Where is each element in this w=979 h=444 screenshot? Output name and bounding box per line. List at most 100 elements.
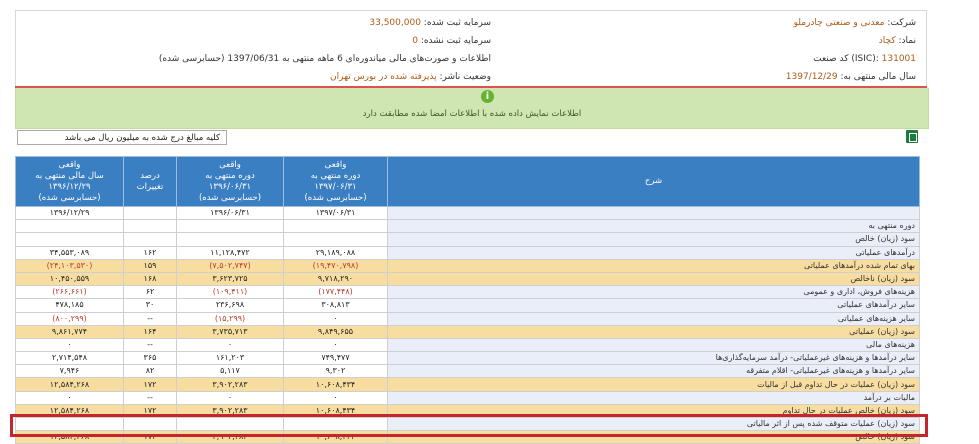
row-cell-c2: (۱۵,۲۹۹) <box>176 311 284 326</box>
row-cell-c3: -- <box>123 311 177 326</box>
registered-capital-row: سرمایه ثبت شده: 33,500,000 <box>369 14 491 32</box>
table-row: ۱۳۹۷/۰۶/۳۱ ۱۳۹۶/۰۶/۳۱ ۱۳۹۶/۱۲/۲۹ <box>15 205 920 221</box>
row-cell-c3: ۸۲ <box>123 364 177 379</box>
row-cell-c2: ۱۳۹۶/۰۶/۳۱ <box>176 205 284 221</box>
row-cell-c1: (۱۷۷,۴۴۸) <box>283 285 388 300</box>
row-cell-c3: ۱۶۲ <box>123 245 177 260</box>
row-cell-c4: ۱۲,۵۸۴,۲۶۸ <box>15 377 124 392</box>
row-cell-c3: ۳۰ <box>123 298 177 313</box>
row-cell-c1: ۰ <box>283 311 388 326</box>
row-cell-c4: ۹,۸۶۱,۷۷۴ <box>15 324 124 339</box>
table-row: سود (زیان) خالص <box>15 232 920 247</box>
info-icon: i <box>481 90 494 103</box>
row-description: سایر درآمدها و هزینه‌های غیرعملیاتی- درآ… <box>387 351 920 366</box>
row-cell-c2: (۷,۵۰۲,۷۴۷) <box>176 258 284 273</box>
row-cell-c3 <box>123 219 177 234</box>
row-cell-c1 <box>283 219 388 234</box>
isic-row: کد صنعت (ISIC): 131001 <box>813 50 916 68</box>
publisher-status-row: وضعیت ناشر: پذیرفته شده در بورس تهران <box>330 68 491 86</box>
report-info-text: اطلاعات و صورت‌های مالی میاندوره‌ای 6 ما… <box>158 54 491 64</box>
row-cell-c4: ۱۰,۴۵۰,۵۵۹ <box>15 271 124 287</box>
isic-value: 131001 <box>881 54 916 64</box>
registered-capital-label: سرمایه ثبت شده: <box>423 18 491 28</box>
table-row: بهای تمام شده درآمدهای عملیاتی (۱۹,۴۷۰,۷۹… <box>15 258 920 273</box>
table-row: سود (زیان) عملیاتی ۹,۸۴۹,۶۵۵ ۳,۷۳۵,۷۱۳ ۱۶۴ ۹… <box>15 324 920 339</box>
row-description: مالیات بر درآمد <box>387 390 920 405</box>
row-cell-c2: ۱۱,۱۲۸,۴۷۲ <box>176 245 284 260</box>
row-cell-c1: ۷۴۹,۴۷۷ <box>283 351 388 366</box>
row-cell-c4: ۷,۹۴۶ <box>15 364 124 379</box>
row-cell-c1: ۹,۷۱۸,۲۹۰ <box>283 271 388 287</box>
symbol-label: نماد: <box>898 36 917 46</box>
row-cell-c2 <box>176 232 284 247</box>
row-cell-c2: ۳,۷۳۵,۷۱۳ <box>176 324 284 339</box>
row-cell-c1: ۹,۳۰۲ <box>283 364 388 379</box>
row-cell-c1: ۱۰,۶۰۸,۴۳۴ <box>283 377 388 392</box>
table-row: سایر هزینه‌های عملیاتی ۰ (۱۵,۲۹۹) -- (۸۰۰,۲۹… <box>15 311 920 326</box>
row-cell-c4 <box>15 219 124 234</box>
unit-note: کلیه مبالغ درج شده به میلیون ریال می باش… <box>17 130 227 145</box>
company-info-panel: شرکت: معدنی و صنعتی چادرملو نماد: کچاد ک… <box>15 10 927 90</box>
row-cell-c3: -- <box>123 390 177 405</box>
row-cell-c2: (۱۰۹,۴۱۱) <box>176 285 284 300</box>
annotation-highlight-box <box>10 414 928 437</box>
row-cell-c2: ۰ <box>176 337 284 353</box>
row-cell-c1 <box>283 232 388 247</box>
table-row: هزینه‌های مالی ۰ ۰ -- ۰ <box>15 337 920 353</box>
row-cell-c4: (۲۶۶,۶۶۱) <box>15 285 124 300</box>
row-cell-c4: ۲,۷۱۴,۵۴۸ <box>15 351 124 366</box>
row-description <box>387 205 920 221</box>
row-cell-c4: ۰ <box>15 390 124 405</box>
row-cell-c4: (۲۴,۱۰۳,۵۳۰) <box>15 258 124 273</box>
signature-notice: i اطلاعات نمایش داده شده با اطلاعات امضا… <box>15 88 929 129</box>
row-cell-c1: ۱۳۹۷/۰۶/۳۱ <box>283 205 388 221</box>
publisher-status-label: وضعیت ناشر: <box>439 72 491 82</box>
fiscal-year-row: سال مالی منتهی به: 1397/12/29 <box>786 68 916 86</box>
row-cell-c3: ۱۶۸ <box>123 271 177 287</box>
fiscal-year-label: سال مالی منتهی به: <box>840 72 916 82</box>
publisher-status-value: پذیرفته شده در بورس تهران <box>330 72 437 82</box>
row-description: بهای تمام شده درآمدهای عملیاتی <box>387 258 920 273</box>
symbol-value[interactable]: کچاد <box>879 36 896 46</box>
table-row: هزینه‌های فروش، اداری و عمومی (۱۷۷,۴۴۸) (۱… <box>15 285 920 300</box>
row-description: هزینه‌های مالی <box>387 337 920 353</box>
header-change-percent: درصد تغییرات <box>123 156 177 207</box>
row-cell-c1: ۲۹,۱۸۹,۰۸۸ <box>283 245 388 260</box>
row-cell-c1: ۰ <box>283 390 388 405</box>
table-row: مالیات بر درآمد ۰ ۰ -- ۰ <box>15 390 920 405</box>
registered-capital-value: 33,500,000 <box>369 18 421 28</box>
report-info-row: اطلاعات و صورت‌های مالی میاندوره‌ای 6 ما… <box>159 50 491 68</box>
company-value[interactable]: معدنی و صنعتی چادرملو <box>794 18 885 28</box>
unregistered-capital-label: سرمایه ثبت نشده: <box>420 36 491 46</box>
row-cell-c3 <box>123 232 177 247</box>
row-cell-c3: ۱۵۹ <box>123 258 177 273</box>
row-cell-c3 <box>123 205 177 221</box>
row-description: سود (زیان) عملیات در حال تداوم قبل از ما… <box>387 377 920 392</box>
row-cell-c1: ۳۰۸,۸۱۳ <box>283 298 388 313</box>
isic-label: کد صنعت (ISIC): <box>813 54 879 64</box>
row-cell-c2: ۰ <box>176 390 284 405</box>
row-cell-c3: ۱۷۲ <box>123 377 177 392</box>
row-cell-c2: ۵,۱۱۷ <box>176 364 284 379</box>
row-cell-c3: ۱۶۴ <box>123 324 177 339</box>
fiscal-year-value: 1397/12/29 <box>785 72 838 82</box>
row-description: سود (زیان) ناخالص <box>387 271 920 287</box>
row-cell-c2 <box>176 219 284 234</box>
row-cell-c4: ۰ <box>15 337 124 353</box>
company-row: شرکت: معدنی و صنعتی چادرملو <box>794 14 916 32</box>
row-cell-c4: ۴۷۸,۱۸۵ <box>15 298 124 313</box>
company-label: شرکت: <box>887 18 916 28</box>
row-cell-c4: ۱۳۹۶/۱۲/۲۹ <box>15 205 124 221</box>
row-description: درآمدهای عملیاتی <box>387 245 920 260</box>
table-row: سایر درآمدها و هزینه‌های غیرعملیاتی- اقل… <box>15 364 920 379</box>
row-cell-c1: ۰ <box>283 337 388 353</box>
row-description: سایر هزینه‌های عملیاتی <box>387 311 920 326</box>
row-cell-c2: ۱۶۱,۲۰۳ <box>176 351 284 366</box>
excel-export-icon[interactable] <box>906 130 918 143</box>
row-description: سایر درآمدها و هزینه‌های غیرعملیاتی- اقل… <box>387 364 920 379</box>
table-row: سایر درآمدهای عملیاتی ۳۰۸,۸۱۳ ۲۳۶,۶۹۸ ۳۰ ۴۷۸… <box>15 298 920 313</box>
header-fiscal-year-1396: واقعی سال مالی منتهی به ۱۳۹۶/۱۲/۲۹ (حساب… <box>15 156 124 207</box>
table-body: ۱۳۹۷/۰۶/۳۱ ۱۳۹۶/۰۶/۳۱ ۱۳۹۶/۱۲/۲۹ دوره منتهی… <box>15 205 920 444</box>
row-cell-c1: ۹,۸۴۹,۶۵۵ <box>283 324 388 339</box>
row-cell-c3: ۶۲ <box>123 285 177 300</box>
